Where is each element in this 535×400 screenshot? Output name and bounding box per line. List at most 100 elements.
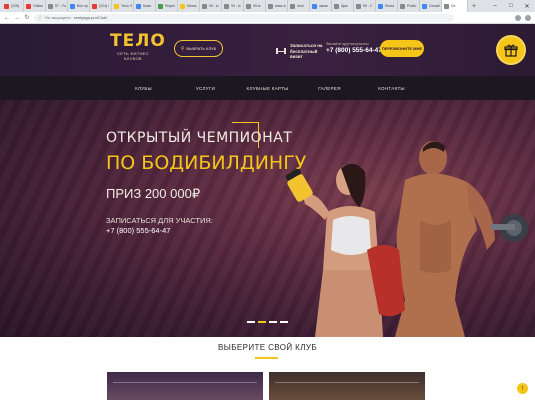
- favicon-icon: [48, 3, 53, 9]
- clubs-section: ВЫБЕРИТЕ СВОЙ КЛУБ: [0, 337, 535, 400]
- card-decoration: [275, 382, 419, 383]
- extensions-area: [515, 14, 531, 21]
- free-visit-label: Записаться на бесплатный визит: [290, 43, 323, 59]
- favicon-icon: [224, 3, 229, 9]
- hero-prize: ПРИЗ 200 000₽: [106, 186, 201, 201]
- location-pin-icon: ⚲: [180, 45, 185, 52]
- tab-title: 57 - Fo: [55, 4, 67, 8]
- favicon-icon: [378, 3, 383, 9]
- window-controls: – □ ✕: [487, 0, 535, 12]
- browser-tab[interactable]: Ajax: [332, 0, 354, 12]
- gift-icon: [504, 44, 518, 57]
- tab-title: 99 - 2: [363, 4, 372, 8]
- favicon-icon: [356, 3, 361, 9]
- select-club-label: ВЫБРАТЬ КЛУБ: [186, 46, 217, 51]
- browser-tab[interactable]: 99-tc: [244, 0, 266, 12]
- tab-title: 99-tc: [253, 4, 261, 8]
- slider-dot[interactable]: [247, 321, 255, 323]
- back-icon[interactable]: ←: [4, 15, 10, 21]
- tab-title: www-b: [275, 4, 286, 8]
- star-icon[interactable]: [515, 14, 521, 21]
- browser-tab[interactable]: next: [288, 0, 310, 12]
- reload-icon[interactable]: ↻: [24, 14, 30, 21]
- favicon-icon: [92, 3, 97, 9]
- tab-title: Portfo: [407, 4, 417, 8]
- browser-tab[interactable]: 57 - Fo: [46, 0, 68, 12]
- callback-label: ПЕРЕЗВОНИТЕ МНЕ: [381, 46, 423, 51]
- browser-tab[interactable]: www-b: [266, 0, 288, 12]
- hero-banner: ОТКРЫТЫЙ ЧЕМПИОНАТ ПО БОДИБИЛДИНГУ ПРИЗ …: [0, 100, 535, 337]
- menu-item-services[interactable]: УСЛУГИ: [175, 86, 237, 91]
- gift-button[interactable]: [496, 35, 526, 65]
- header-phone: Звоните круглосуточно +7 (800) 555-64-47: [326, 41, 382, 54]
- phone-number[interactable]: +7 (800) 555-64-47: [326, 47, 382, 54]
- favicon-icon: [444, 3, 449, 9]
- menu-dots-icon[interactable]: [525, 14, 531, 21]
- browser-tab[interactable]: Online: [24, 0, 46, 12]
- tab-title: React: [385, 4, 395, 8]
- logo-subtitle: СЕТЬ ФИТНЕС КЛУБОВ: [117, 51, 149, 61]
- browser-tab[interactable]: Portfo: [398, 0, 420, 12]
- browser-tab[interactable]: 99 - tc: [222, 0, 244, 12]
- browser-tab[interactable]: Комп: [134, 0, 156, 12]
- browser-tab[interactable]: Се: [442, 0, 468, 12]
- main-menu: КЛУБЫ УСЛУГИ КЛУБНЫЕ КАРТЫ ГАЛЕРЕЯ КОНТА…: [0, 76, 535, 100]
- browser-tab[interactable]: Онлай: [420, 0, 442, 12]
- title-frame-horizontal: [232, 122, 259, 123]
- tab-title: Се: [451, 4, 456, 8]
- browser-tab-strip: (225) Online 57 - Fo Все пр (224) I Тело Л Ком…: [0, 0, 535, 12]
- select-club-button[interactable]: ⚲ ВЫБРАТЬ КЛУБ: [174, 40, 223, 57]
- tab-title: 99 - tc: [209, 4, 219, 8]
- slider-dot[interactable]: [280, 321, 288, 323]
- club-card[interactable]: [107, 372, 263, 400]
- forward-icon[interactable]: →: [14, 15, 20, 21]
- favicon-icon: [26, 3, 31, 9]
- browser-tab[interactable]: React: [376, 0, 398, 12]
- website: ТЕЛО СЕТЬ ФИТНЕС КЛУБОВ ⚲ ВЫБРАТЬ КЛУБ З…: [0, 24, 535, 400]
- club-card[interactable]: [269, 372, 425, 400]
- browser-tab[interactable]: 99 - tc: [200, 0, 222, 12]
- favicon-icon: [136, 3, 141, 9]
- browser-tab[interactable]: (225): [2, 0, 24, 12]
- arrow-up-icon: ↑: [520, 385, 525, 392]
- browser-tab[interactable]: Рецеп: [156, 0, 178, 12]
- hero-register-label: ЗАПИСАТЬСЯ ДЛЯ УЧАСТИЯ:: [106, 216, 213, 225]
- menu-item-gallery[interactable]: ГАЛЕРЕЯ: [299, 86, 361, 91]
- logo[interactable]: ТЕЛО СЕТЬ ФИТНЕС КЛУБОВ: [110, 32, 165, 61]
- tab-title: Ajax: [341, 4, 348, 8]
- dumbbell-icon: [276, 48, 286, 55]
- section-title: ВЫБЕРИТЕ СВОЙ КЛУБ: [217, 343, 318, 352]
- slider-dots: [247, 321, 288, 323]
- slider-dot[interactable]: [269, 321, 277, 323]
- tab-title: next: [297, 4, 304, 8]
- browser-tab[interactable]: запис: [310, 0, 332, 12]
- close-icon[interactable]: ✕: [519, 0, 535, 12]
- new-tab-button[interactable]: +: [468, 0, 480, 12]
- menu-item-cards[interactable]: КЛУБНЫЕ КАРТЫ: [237, 86, 299, 91]
- url-field[interactable]: ⓘ Не защищено centyaga.pro/Club/: [34, 13, 454, 22]
- maximize-icon[interactable]: □: [503, 0, 519, 12]
- browser-tab[interactable]: 99 - 2: [354, 0, 376, 12]
- info-icon[interactable]: ⓘ: [38, 15, 42, 21]
- hero-phone[interactable]: +7 (800) 555-64-47: [106, 226, 306, 235]
- tab-title: запис: [319, 4, 329, 8]
- browser-tab[interactable]: (224) I: [90, 0, 112, 12]
- menu-item-contacts[interactable]: КОНТАКТЫ: [361, 86, 423, 91]
- browser-tab[interactable]: Все пр: [68, 0, 90, 12]
- tab-title: Меню: [187, 4, 197, 8]
- tab-title: Тело Л: [121, 4, 133, 8]
- callback-button[interactable]: ПЕРЕЗВОНИТЕ МНЕ: [380, 40, 424, 57]
- tab-title: Online: [33, 4, 44, 8]
- favicon-icon: [334, 3, 339, 9]
- slider-dot[interactable]: [258, 321, 266, 323]
- minimize-icon[interactable]: –: [487, 0, 503, 12]
- free-visit-link[interactable]: Записаться на бесплатный визит: [276, 43, 330, 60]
- favicon-icon: [70, 3, 75, 9]
- favicon-icon: [180, 3, 185, 9]
- scroll-top-button[interactable]: ↑: [517, 383, 528, 394]
- browser-tab[interactable]: Меню: [178, 0, 200, 12]
- tab-title: (225): [11, 4, 20, 8]
- tab-title: (224) I: [99, 4, 110, 8]
- browser-tab[interactable]: Тело Л: [112, 0, 134, 12]
- menu-item-clubs[interactable]: КЛУБЫ: [113, 86, 175, 91]
